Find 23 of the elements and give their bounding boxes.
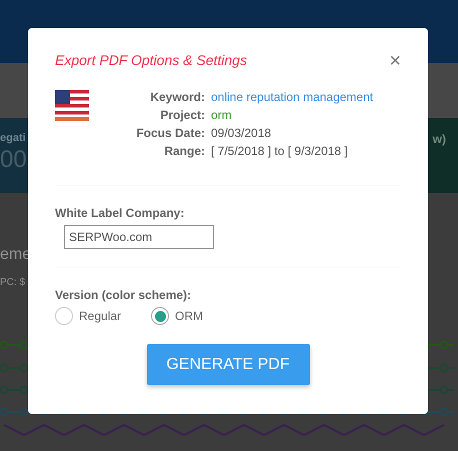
flag-icon: [55, 90, 89, 121]
card-label: w): [432, 131, 446, 148]
field-label: Version (color scheme):: [55, 287, 192, 304]
modal-title: Export PDF Options & Settings: [55, 51, 247, 70]
generate-pdf-button[interactable]: GENERATE PDF: [146, 344, 310, 385]
detail-value: orm: [211, 107, 233, 124]
detail-label: Focus Date:: [135, 125, 205, 142]
keyword-link[interactable]: online reputation management: [211, 89, 374, 106]
detail-value: 09/03/2018: [211, 125, 272, 142]
card-value: 00: [0, 146, 28, 173]
radio-button[interactable]: [55, 307, 73, 325]
radio-button[interactable]: [151, 307, 170, 325]
detail-label: Keyword:: [149, 89, 205, 106]
radio-label[interactable]: Regular: [79, 307, 122, 325]
card-label: egati: [0, 131, 27, 146]
detail-label: Project:: [159, 107, 205, 124]
radio-label[interactable]: ORM: [175, 307, 204, 325]
close-button[interactable]: ×: [389, 50, 401, 70]
field-label: White Label Company:: [55, 205, 186, 222]
company-input[interactable]: SERPWoo.com: [64, 225, 214, 249]
detail-label: Range:: [163, 143, 205, 160]
detail-value: [ 7/5/2018 ] to [ 9/3/2018 ]: [211, 143, 349, 160]
cpc-text: PC: $: [0, 276, 26, 290]
